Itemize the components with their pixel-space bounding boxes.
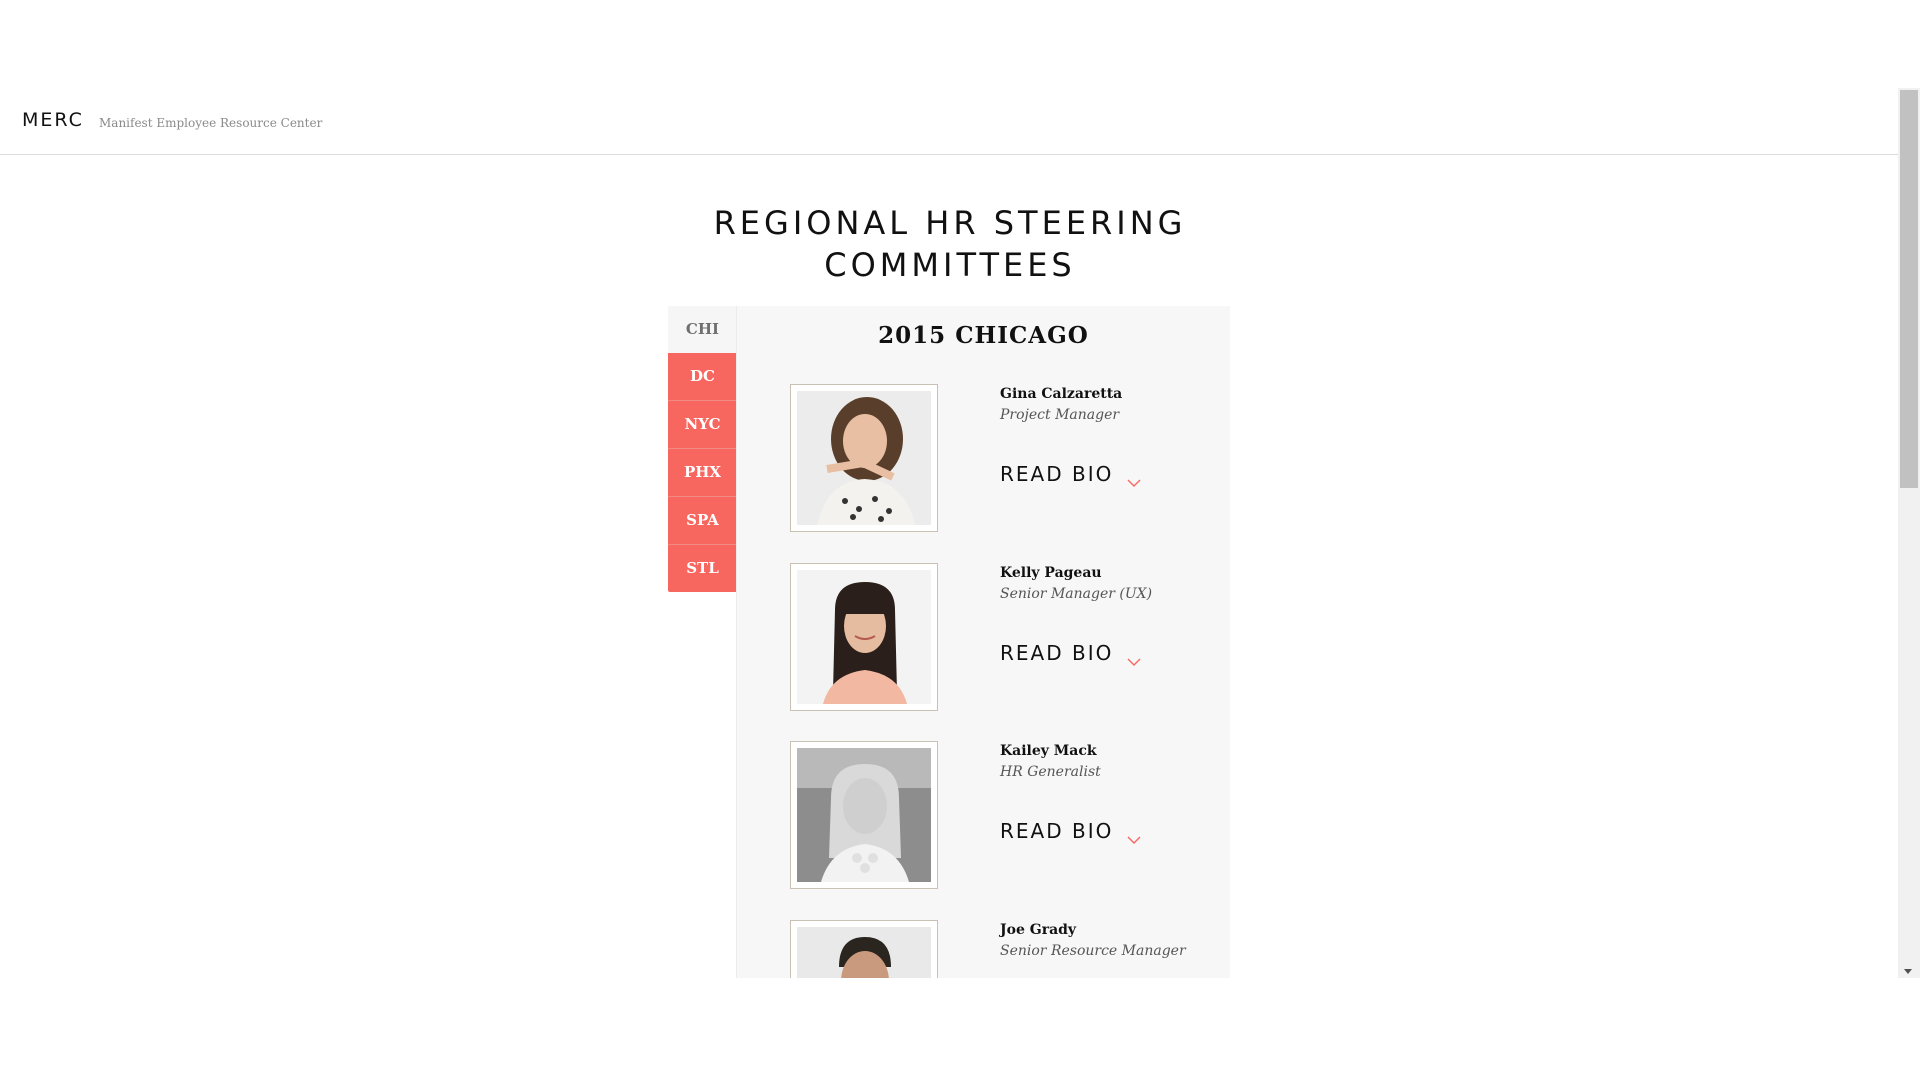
member-photo-frame [790, 563, 938, 711]
tab-nyc[interactable]: NYC [668, 401, 737, 449]
member-photo [797, 748, 931, 882]
panel-title: 2015 CHICAGO [878, 322, 1089, 349]
member-name: Gina Calzaretta [1000, 386, 1123, 402]
member-card: Joe Grady Senior Resource Manager [790, 920, 1230, 978]
member-photo [797, 570, 931, 704]
page: MERC Manifest Employee Resource Center R… [0, 0, 1898, 978]
member-role: Project Manager [1000, 407, 1120, 423]
member-photo-frame [790, 384, 938, 532]
member-name: Kelly Pageau [1000, 565, 1102, 581]
member-name: Joe Grady [1000, 922, 1077, 938]
tab-phx[interactable]: PHX [668, 449, 737, 497]
member-card: Kelly Pageau Senior Manager (UX) READ BI… [790, 563, 1230, 713]
member-role: HR Generalist [1000, 764, 1101, 780]
page-scrollbar[interactable] [1898, 88, 1920, 978]
browser-viewport: MERC Manifest Employee Resource Center R… [0, 0, 1920, 1080]
member-photo [797, 391, 931, 525]
member-card: Gina Calzaretta Project Manager READ BIO [790, 384, 1230, 534]
committee-panel: 2015 CHICAGO Gina Calzaretta Project Man… [736, 306, 1230, 978]
tab-chi[interactable]: CHI [668, 306, 737, 353]
chevron-down-icon [1127, 826, 1141, 844]
member-card: Kailey Mack HR Generalist READ BIO [790, 741, 1230, 891]
read-bio-button[interactable]: READ BIO [1000, 462, 1141, 487]
read-bio-button[interactable]: READ BIO [1000, 641, 1141, 666]
chevron-down-icon [1127, 469, 1141, 487]
chevron-down-icon [1127, 648, 1141, 666]
site-header: MERC Manifest Employee Resource Center [0, 90, 1898, 155]
scrollbar-thumb[interactable] [1900, 90, 1918, 488]
member-photo [797, 927, 931, 978]
region-tabs: CHI DC NYC PHX SPA STL [668, 306, 737, 592]
read-bio-label: READ BIO [1000, 462, 1114, 486]
member-name: Kailey Mack [1000, 743, 1097, 759]
page-title: REGIONAL HR STEERING COMMITTEES [713, 204, 1187, 284]
read-bio-button[interactable]: READ BIO [1000, 819, 1141, 844]
read-bio-label: READ BIO [1000, 819, 1114, 843]
tab-dc[interactable]: DC [668, 353, 737, 401]
scroll-down-arrow-icon[interactable] [1904, 969, 1912, 974]
member-photo-frame [790, 741, 938, 889]
brand-logo[interactable]: MERC [22, 109, 84, 131]
member-photo-frame [790, 920, 938, 978]
tab-stl[interactable]: STL [668, 545, 737, 592]
brand-tagline: Manifest Employee Resource Center [99, 116, 323, 130]
member-role: Senior Manager (UX) [1000, 586, 1153, 602]
tab-spa[interactable]: SPA [668, 497, 737, 545]
read-bio-label: READ BIO [1000, 641, 1114, 665]
member-role: Senior Resource Manager [1000, 943, 1186, 959]
